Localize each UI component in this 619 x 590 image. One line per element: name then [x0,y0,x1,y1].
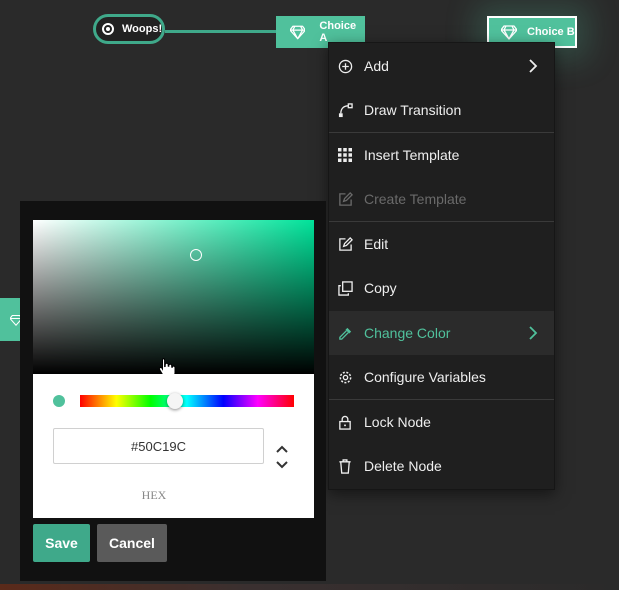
target-icon [102,23,114,35]
choice-node-partial[interactable] [0,298,22,341]
menu-item-label: Insert Template [364,147,460,163]
menu-item-label: Copy [364,280,397,296]
menu-item-edit[interactable]: Edit [329,222,554,266]
start-node[interactable]: Woops! [93,14,165,44]
gear-icon [337,369,353,385]
bottom-edge-strip [0,584,619,590]
context-menu: Add Draw Transition Insert Template Crea… [328,42,555,490]
menu-item-change-color[interactable]: Change Color [329,311,554,355]
menu-item-label: Edit [364,236,389,252]
hex-input[interactable] [53,428,264,464]
start-node-label: Woops! [122,23,163,35]
edit-icon [337,191,353,207]
choice-node-b-label: Choice B [527,26,575,38]
menu-item-create-template: Create Template [329,177,554,221]
copy-icon [337,280,353,296]
hue-slider[interactable] [80,395,294,407]
gem-icon [290,25,306,40]
lock-icon [337,414,353,430]
chevron-right-icon [529,59,538,73]
gem-icon [501,25,517,40]
menu-item-delete-node[interactable]: Delete Node [329,444,554,488]
menu-item-draw-transition[interactable]: Draw Transition [329,88,554,132]
menu-item-label: Create Template [364,191,467,207]
menu-item-configure-variables[interactable]: Configure Variables [329,355,554,399]
menu-item-label: Change Color [364,325,451,341]
save-button[interactable]: Save [33,524,90,562]
choice-node-a-label: Choice A [319,20,357,44]
menu-item-label: Delete Node [364,458,442,474]
hue-slider-handle[interactable] [167,393,183,409]
menu-item-label: Configure Variables [364,369,486,385]
eyedropper-icon [337,325,353,341]
menu-item-add[interactable]: Add [329,44,554,88]
cancel-button[interactable]: Cancel [97,524,167,562]
edit-icon [337,236,353,252]
menu-item-lock-node[interactable]: Lock Node [329,400,554,444]
transition-edge[interactable] [165,30,277,33]
trash-icon [337,458,353,474]
picker-controls: HEX [33,374,314,518]
grid-icon [337,147,353,163]
chevron-right-icon [529,326,538,340]
menu-item-label: Add [364,58,389,74]
saturation-value-area[interactable] [33,220,314,379]
transition-icon [337,102,353,118]
saturation-handle[interactable] [190,249,202,261]
format-toggle-icon[interactable] [274,443,290,471]
color-format-label: HEX [141,488,167,502]
menu-item-copy[interactable]: Copy [329,266,554,310]
color-picker-panel: HEX Save Cancel [20,201,326,581]
plus-circle-icon [337,58,353,74]
menu-item-label: Draw Transition [364,102,462,118]
menu-item-insert-template[interactable]: Insert Template [329,133,554,177]
menu-item-label: Lock Node [364,414,431,430]
current-color-swatch [53,395,65,407]
